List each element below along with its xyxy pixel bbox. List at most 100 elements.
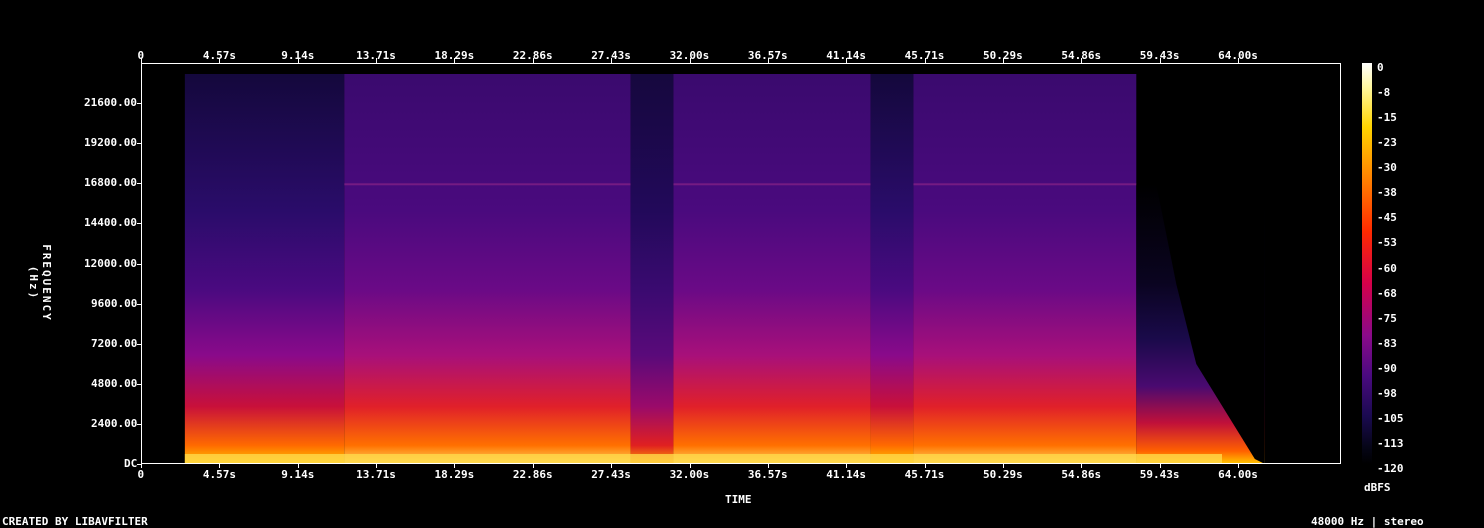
x-tick-mark: [298, 464, 299, 468]
y-tick-mark: [137, 223, 141, 224]
spectrogram-tone-line: [344, 183, 631, 186]
x-tick-label-bottom: 64.00s: [1218, 468, 1258, 481]
colorbar-label: dBFS: [1364, 481, 1391, 494]
colorbar-tick-label: -90: [1377, 361, 1397, 375]
y-tick-label: 19200.00: [84, 136, 137, 150]
x-tick-mark: [1003, 58, 1004, 63]
colorbar-tick-label: -98: [1377, 386, 1397, 400]
x-tick-mark: [376, 58, 377, 63]
y-tick-mark: [137, 344, 141, 345]
y-tick-label: 21600.00: [84, 96, 137, 110]
y-tick-mark: [137, 183, 141, 184]
x-tick-mark: [376, 464, 377, 468]
x-tick-mark: [219, 464, 220, 468]
colorbar-tick-label: -105: [1377, 411, 1404, 425]
colorbar-tick-label: -68: [1377, 286, 1397, 300]
x-tick-label-bottom: 59.43s: [1139, 468, 1180, 481]
spectrogram-segment: [673, 74, 871, 463]
colorbar-tick-label: -45: [1377, 211, 1397, 225]
colorbar-tick-label: -53: [1377, 236, 1397, 250]
x-tick-mark: [611, 58, 612, 63]
y-tick-mark: [137, 103, 141, 104]
x-tick-mark: [1081, 58, 1082, 63]
spectrogram-segment: [913, 74, 1137, 463]
x-tick-mark: [690, 58, 691, 63]
y-tick-label: 7200.00: [91, 336, 138, 350]
x-tick-label-bottom: 22.86s: [512, 468, 553, 481]
spectrogram-segment: [184, 74, 345, 463]
spectrogram-segment: [630, 74, 674, 463]
y-tick-mark: [137, 424, 141, 425]
x-tick-label-bottom: 9.14s: [281, 468, 315, 481]
y-tick-mark: [137, 464, 141, 465]
y-tick-mark: [137, 143, 141, 144]
x-tick-mark: [1238, 464, 1239, 468]
x-tick-mark: [298, 58, 299, 63]
x-tick-label-bottom: 54.86s: [1061, 468, 1102, 481]
colorbar-tick-label: -38: [1377, 186, 1397, 200]
x-tick-label-bottom: 36.57s: [747, 468, 788, 481]
x-tick-label-bottom: 18.29s: [434, 468, 475, 481]
y-tick-mark: [137, 304, 141, 305]
x-tick-mark: [768, 464, 769, 468]
colorbar-tick-label: 0: [1377, 61, 1384, 74]
spectrogram-bass-band: [184, 454, 1222, 463]
y-tick-label: 12000.00: [84, 256, 137, 270]
x-tick-mark: [1160, 58, 1161, 63]
x-tick-mark: [1003, 464, 1004, 468]
y-tick-label: 2400.00: [91, 416, 138, 430]
x-tick-mark: [611, 464, 612, 468]
footer-samplerate: 48000 Hz | stereo: [1311, 515, 1424, 528]
colorbar-tick-label: -83: [1377, 336, 1397, 350]
colorbar-tick-label: -30: [1377, 161, 1397, 175]
footer-credit: CREATED BY LIBAVFILTER: [2, 515, 148, 528]
x-tick-label-bottom: 45.71s: [904, 468, 945, 481]
x-tick-mark: [925, 58, 926, 63]
x-tick-mark: [454, 58, 455, 63]
x-tick-mark: [533, 464, 534, 468]
colorbar-tick-label: -120: [1377, 462, 1404, 475]
y-tick-label: 14400.00: [84, 216, 137, 230]
x-tick-mark: [141, 58, 142, 63]
x-tick-mark: [846, 58, 847, 63]
colorbar-tick-label: -75: [1377, 311, 1397, 325]
y-axis-title: FREQUENCY (Hz): [27, 244, 53, 322]
x-tick-mark: [1081, 464, 1082, 468]
x-tick-mark: [454, 464, 455, 468]
x-tick-label-bottom: 13.71s: [356, 468, 396, 481]
colorbar-tick-label: -15: [1377, 111, 1397, 125]
spectrogram-tone-line: [913, 183, 1137, 186]
y-tick-label: 9600.00: [91, 296, 138, 310]
x-tick-label-bottom: 41.14s: [826, 468, 867, 481]
colorbar-tick-label: -8: [1377, 86, 1391, 100]
y-tick-label: 4800.00: [91, 376, 138, 390]
y-tick-label: 16800.00: [84, 176, 137, 190]
spectrogram-tone-line: [673, 183, 871, 186]
y-tick-mark: [137, 384, 141, 385]
colorbar: [1362, 63, 1372, 464]
x-tick-mark: [1160, 464, 1161, 468]
spectrogram-image: [184, 74, 1265, 463]
x-tick-mark: [690, 464, 691, 468]
y-tick-mark: [137, 264, 141, 265]
colorbar-tick-label: -113: [1377, 436, 1404, 450]
x-tick-mark: [1238, 58, 1239, 63]
spectrogram-plot: [141, 63, 1341, 464]
x-tick-mark: [846, 464, 847, 468]
x-tick-label-bottom: 27.43s: [591, 468, 631, 481]
colorbar-tick-label: -60: [1377, 261, 1397, 275]
x-tick-mark: [533, 58, 534, 63]
x-tick-mark: [219, 58, 220, 63]
x-tick-mark: [768, 58, 769, 63]
y-tick-label: DC: [124, 457, 138, 470]
x-tick-mark: [141, 464, 142, 468]
colorbar-tick-label: -23: [1377, 136, 1397, 150]
x-tick-label-bottom: 0: [137, 468, 145, 481]
x-axis-title: TIME: [725, 493, 752, 506]
x-tick-label-bottom: 4.57s: [202, 468, 236, 481]
spectrogram-segment: [344, 74, 631, 463]
x-tick-label-bottom: 32.00s: [669, 468, 710, 481]
x-tick-label-bottom: 50.29s: [983, 468, 1023, 481]
spectrogram-segment: [870, 74, 914, 463]
x-tick-mark: [925, 464, 926, 468]
